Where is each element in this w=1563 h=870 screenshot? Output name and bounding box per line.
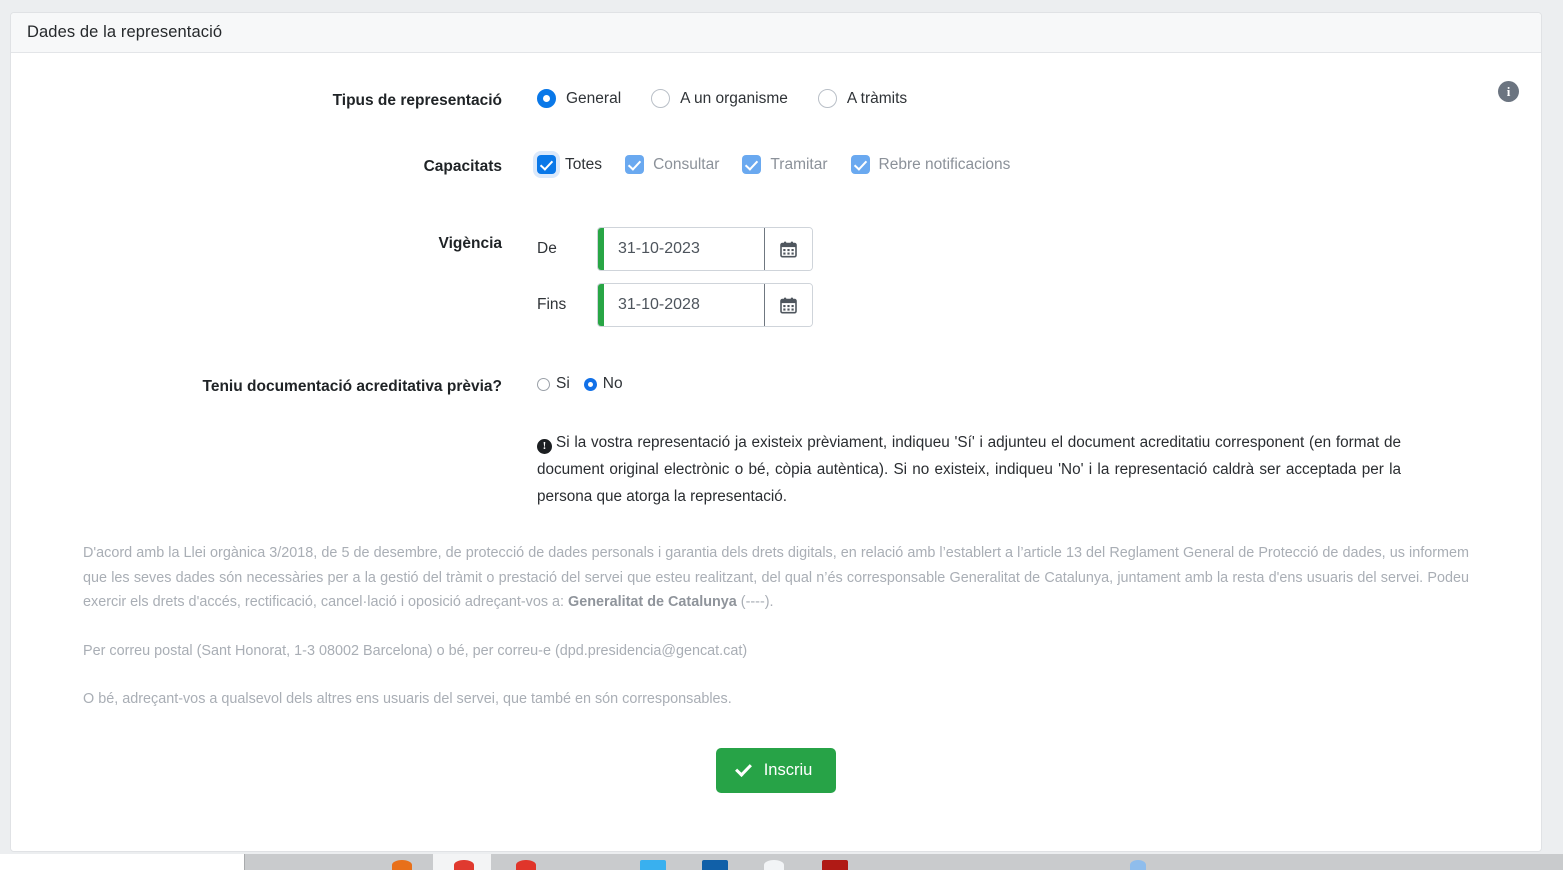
app-red-icon[interactable] bbox=[454, 860, 474, 870]
label-documentacio-previa: Teniu documentació acreditativa prèvia? bbox=[202, 378, 502, 395]
radio-option-a-tramits[interactable]: A tràmits bbox=[817, 89, 908, 108]
label-fins: Fins bbox=[537, 296, 567, 313]
radio-label-a-tramits: A tràmits bbox=[846, 89, 908, 107]
legal-paragraph-3: O bé, adreçant-vos a qualsevol dels altr… bbox=[83, 691, 732, 707]
calendar-icon bbox=[780, 297, 797, 313]
date-line-fins: Fins bbox=[537, 283, 813, 327]
calendar-button-fins[interactable] bbox=[764, 284, 812, 326]
field-row-tipus-representacio: Tipus de representació General A un orga… bbox=[11, 89, 1541, 113]
radio-option-no[interactable]: No bbox=[583, 375, 623, 393]
date-field-de bbox=[597, 227, 813, 271]
form-fields: Tipus de representació General A un orga… bbox=[11, 53, 1541, 510]
check-icon bbox=[734, 759, 752, 777]
legal-p1-bold: Generalitat de Catalunya bbox=[568, 594, 737, 610]
checkbox-label-rebre-notificacions: Rebre notificacions bbox=[878, 155, 1011, 173]
date-input-fins[interactable] bbox=[604, 284, 764, 326]
panel-header: Dades de la representació bbox=[11, 13, 1541, 53]
radiogroup-tipus-representacio: General A un organisme A tràmits bbox=[537, 89, 907, 108]
calendar-button-de[interactable] bbox=[764, 228, 812, 270]
radio-label-general: General bbox=[566, 89, 622, 107]
label-capacitats: Capacitats bbox=[423, 158, 502, 175]
checkbox-label-tramitar: Tramitar bbox=[770, 155, 828, 173]
date-input-de[interactable] bbox=[604, 228, 764, 270]
checkbox-label-totes: Totes bbox=[565, 155, 603, 173]
app-cyan-icon[interactable] bbox=[640, 860, 666, 870]
radiogroup-documentacio-previa: Si No bbox=[537, 375, 637, 393]
hint-row: ! Si la vostra representació ja existeix … bbox=[11, 429, 1541, 510]
hint-text-block: ! Si la vostra representació ja existeix … bbox=[537, 429, 1401, 510]
legal-paragraph-1: D'acord amb la Llei orgànica 3/2018, de … bbox=[83, 541, 1469, 615]
page-title: Dades de la representació bbox=[27, 23, 223, 41]
info-circle-icon[interactable]: i bbox=[1498, 81, 1519, 102]
legal-p1-text-a: D'acord amb la Llei orgànica 3/2018, de … bbox=[83, 545, 1469, 610]
legal-p1-text-b: (----). bbox=[736, 594, 774, 610]
legal-notice: D'acord amb la Llei orgànica 3/2018, de … bbox=[11, 541, 1541, 712]
app-white-icon[interactable] bbox=[764, 860, 784, 870]
radio-indicator-a-un-organisme[interactable] bbox=[651, 89, 671, 108]
label-tipus-representacio: Tipus de representació bbox=[332, 92, 502, 109]
checkbox-option-totes[interactable]: Totes bbox=[537, 155, 602, 174]
app-lightblue-icon[interactable] bbox=[1130, 860, 1146, 870]
radio-label-a-un-organisme: A un organisme bbox=[680, 89, 788, 107]
field-row-capacitats: Capacitats Totes Consultar Tramitar Rebr… bbox=[11, 155, 1541, 179]
radio-indicator-si[interactable] bbox=[537, 377, 550, 391]
inscriu-button-label: Inscriu bbox=[763, 760, 813, 779]
checkbox-option-consultar[interactable]: Consultar bbox=[625, 155, 719, 174]
radio-label-no: No bbox=[602, 375, 623, 392]
exclamation-icon: ! bbox=[537, 439, 552, 454]
radio-indicator-no[interactable] bbox=[583, 377, 597, 391]
checkbox-indicator-consultar[interactable] bbox=[625, 155, 645, 174]
checkbox-indicator-totes[interactable] bbox=[537, 155, 556, 174]
radio-option-a-un-organisme[interactable]: A un organisme bbox=[651, 89, 788, 108]
checkbox-option-tramitar[interactable]: Tramitar bbox=[742, 155, 828, 174]
checkboxgroup-capacitats: Totes Consultar Tramitar Rebre notificac… bbox=[537, 155, 1010, 174]
label-de: De bbox=[537, 240, 557, 257]
checkbox-indicator-rebre-notificacions[interactable] bbox=[850, 155, 870, 174]
checkbox-label-consultar: Consultar bbox=[653, 155, 720, 173]
taskbar-window-edge bbox=[0, 854, 245, 870]
checkbox-option-rebre-notificacions[interactable]: Rebre notificacions bbox=[850, 155, 1011, 174]
app-dark-red-icon[interactable] bbox=[822, 860, 848, 870]
legal-paragraph-2: Per correu postal (Sant Honorat, 1-3 080… bbox=[83, 642, 748, 659]
form-panel: Dades de la representació i Tipus de rep… bbox=[10, 12, 1542, 852]
radio-option-si[interactable]: Si bbox=[537, 375, 570, 393]
firefox-icon[interactable] bbox=[392, 860, 412, 870]
submit-row: Inscriu bbox=[11, 747, 1541, 793]
date-field-fins bbox=[597, 283, 813, 327]
field-row-documentacio-previa: Teniu documentació acreditativa prèvia? … bbox=[11, 375, 1541, 399]
label-vigencia: Vigència bbox=[438, 235, 502, 252]
radio-indicator-general[interactable] bbox=[537, 89, 556, 108]
field-row-vigencia: Vigència De 31-10-2023 Fins 31-10-2028 bbox=[11, 227, 1541, 327]
radio-label-si: Si bbox=[556, 375, 570, 392]
date-line-de: De bbox=[537, 227, 813, 271]
calendar-icon bbox=[780, 241, 797, 257]
vigencia-controls: De 31-10-2023 Fins 31-10-2028 bbox=[537, 227, 813, 327]
radio-indicator-a-tramits[interactable] bbox=[817, 89, 837, 108]
app-red2-icon[interactable] bbox=[516, 860, 536, 870]
radio-option-general[interactable]: General bbox=[537, 89, 621, 108]
taskbar[interactable] bbox=[0, 854, 1563, 870]
app-blue-icon[interactable] bbox=[702, 860, 728, 870]
hint-text: Si la vostra representació ja existeix p… bbox=[537, 434, 1401, 505]
inscriu-button[interactable]: Inscriu bbox=[715, 747, 837, 793]
checkbox-indicator-tramitar[interactable] bbox=[742, 155, 762, 174]
panel-body: i Tipus de representació General A un or… bbox=[11, 53, 1541, 851]
